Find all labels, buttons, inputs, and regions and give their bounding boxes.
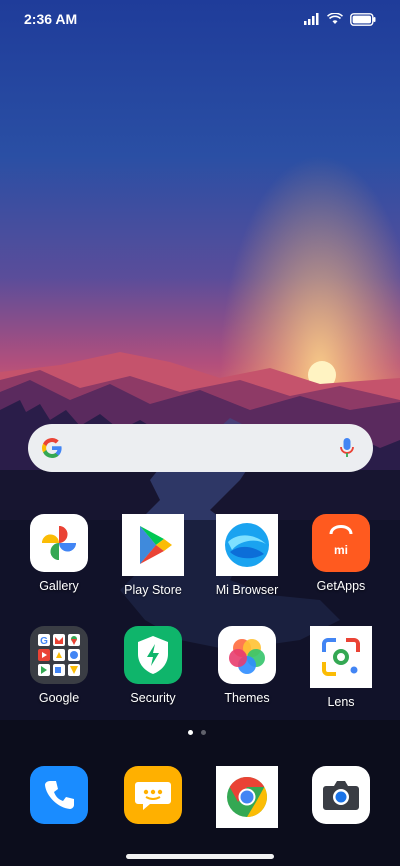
svg-text:G: G [40, 636, 48, 647]
status-bar: 2:36 AM [0, 0, 400, 38]
dock-messages[interactable] [103, 766, 203, 824]
svg-text:mi: mi [334, 543, 348, 557]
app-label: Google [38, 691, 80, 705]
app-gallery[interactable]: Gallery [9, 514, 109, 593]
home-gesture-bar[interactable] [126, 854, 274, 859]
microphone-icon[interactable] [339, 436, 355, 460]
wifi-icon [327, 13, 343, 24]
mi-browser-icon [216, 514, 278, 576]
app-label: Mi Browser [215, 583, 279, 597]
page-dot-active [188, 730, 193, 735]
app-label: Themes [224, 691, 270, 705]
app-security[interactable]: Security [103, 626, 203, 705]
status-time: 2:36 AM [24, 11, 78, 27]
security-icon [124, 626, 182, 684]
google-g-icon [42, 438, 62, 458]
battery-icon [350, 12, 376, 26]
play-store-icon [122, 514, 184, 576]
app-getapps[interactable]: mi GetApps [291, 514, 391, 593]
signal-icon [304, 13, 319, 25]
status-icons [304, 12, 376, 26]
message-icon [124, 766, 182, 824]
page-dot [201, 730, 206, 735]
app-label: GetApps [316, 579, 366, 593]
camera-icon [312, 766, 370, 824]
google-search-bar[interactable] [28, 424, 373, 472]
phone-icon [30, 766, 88, 824]
themes-icon [218, 626, 276, 684]
app-label: Security [130, 691, 176, 705]
app-google-folder[interactable]: G Google [9, 626, 109, 705]
chrome-icon [216, 766, 278, 828]
dock-phone[interactable] [9, 766, 109, 824]
app-label: Play Store [124, 583, 182, 597]
app-themes[interactable]: Themes [197, 626, 297, 705]
page-indicator [188, 730, 206, 735]
gallery-icon [30, 514, 88, 572]
app-label: Gallery [39, 579, 79, 593]
lens-icon [310, 626, 372, 688]
dock-chrome[interactable] [197, 766, 297, 828]
app-lens[interactable]: Lens [291, 626, 391, 709]
app-label: Lens [327, 695, 355, 709]
app-mi-browser[interactable]: Mi Browser [197, 514, 297, 597]
app-play-store[interactable]: Play Store [103, 514, 203, 597]
dock-camera[interactable] [291, 766, 391, 824]
getapps-icon: mi [312, 514, 370, 572]
google-folder-icon: G [30, 626, 88, 684]
